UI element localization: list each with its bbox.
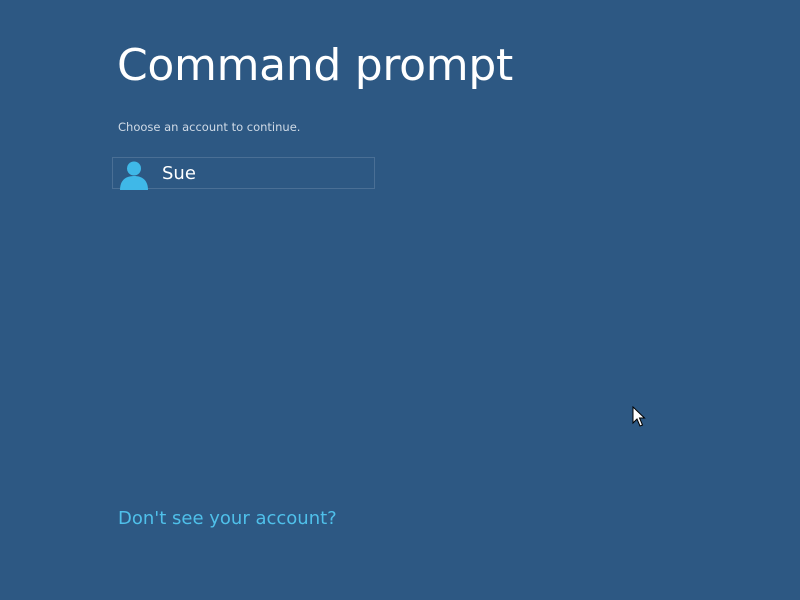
page-subtitle: Choose an account to continue. xyxy=(118,120,301,134)
dont-see-account-link[interactable]: Don't see your account? xyxy=(118,507,337,531)
user-account-icon xyxy=(120,161,148,190)
account-name: Sue xyxy=(162,163,196,184)
account-tile-sue[interactable]: Sue xyxy=(112,157,375,190)
mouse-pointer-icon xyxy=(632,406,646,427)
page-title: Command prompt xyxy=(117,40,513,91)
